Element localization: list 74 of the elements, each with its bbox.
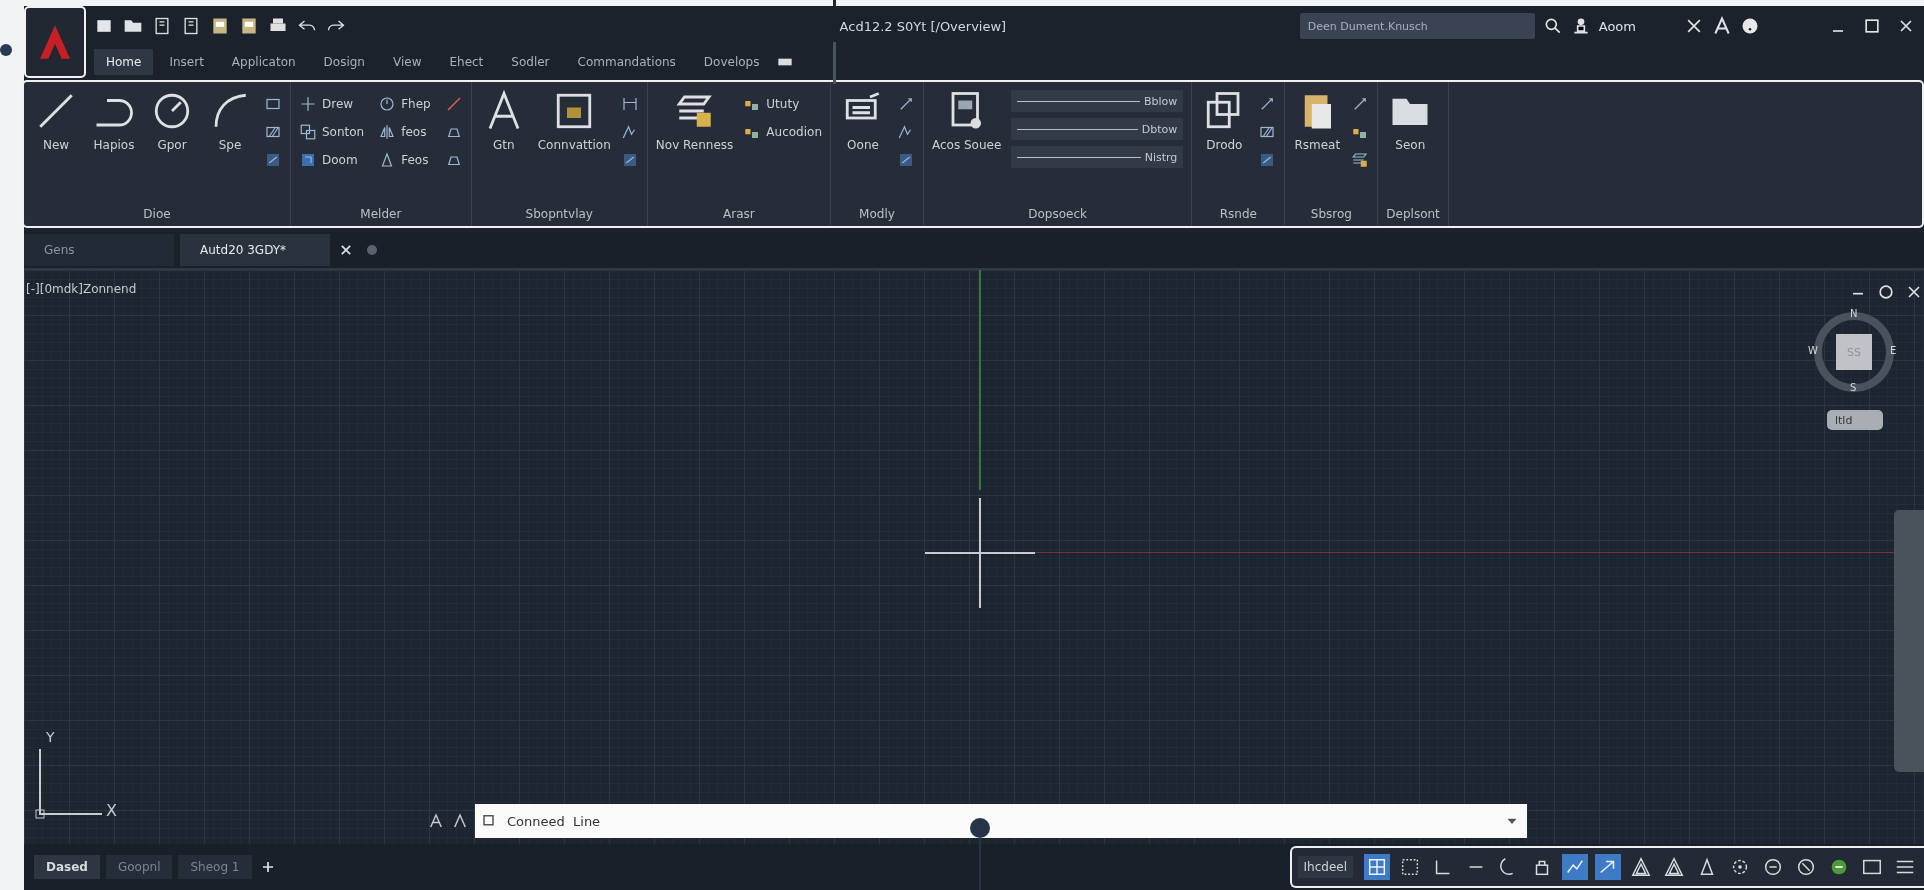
font-size-icon[interactable] (451, 812, 469, 830)
copy-icon[interactable] (299, 123, 317, 141)
command-input[interactable]: Conneed Line (505, 812, 1497, 830)
property-dropdown[interactable]: Bblow (1011, 90, 1184, 112)
maximize-icon[interactable] (1862, 16, 1882, 36)
ribbon-tool[interactable]: New (32, 90, 80, 204)
search-field[interactable]: Deen Dument.Knusch (1299, 13, 1535, 39)
layout-tab[interactable]: Dased (34, 855, 100, 879)
ribbon-tool[interactable]: Oone (839, 90, 887, 204)
compass-north[interactable]: N (1850, 308, 1858, 319)
ribbon-tool[interactable]: Connvattion (537, 90, 611, 204)
panel-title[interactable]: Melder (299, 204, 463, 226)
restore-icon[interactable] (1876, 282, 1896, 302)
panel-title[interactable]: Sbsrog (1293, 204, 1370, 226)
axis-label: Y (46, 729, 55, 745)
panel-title[interactable]: Modly (839, 204, 915, 226)
ribbon-tab[interactable]: Dosign (311, 49, 377, 75)
window-title: Acd12.2 S0Yt [/Overview] (838, 18, 1008, 34)
ribbon-tab[interactable]: Ehect (437, 49, 496, 75)
mirror-icon[interactable] (378, 123, 397, 141)
leader-line (833, 42, 836, 84)
tool-label[interactable]: Drew (322, 97, 354, 111)
ribbon-tab[interactable]: Sodler (499, 49, 562, 75)
tool-label[interactable]: Doom (322, 153, 358, 167)
tool-label[interactable]: feos (401, 125, 427, 139)
user-name[interactable]: Aoom (1598, 18, 1636, 34)
ribbon-tool[interactable]: Drodo (1200, 90, 1249, 204)
layout-tab[interactable]: Sheog 1 (178, 855, 252, 879)
file-tab[interactable]: Autd20 3GDY* (180, 234, 330, 266)
property-dropdown[interactable]: Nistrg (1011, 146, 1184, 168)
crosshair-icon (925, 498, 1035, 608)
font-size-icon[interactable] (427, 812, 445, 830)
panel-title[interactable]: Sbopntvlay (479, 204, 639, 226)
compass-east[interactable]: E (1890, 345, 1897, 356)
compass-west[interactable]: W (1808, 345, 1818, 356)
property-dropdown[interactable]: Dbtow (1011, 118, 1184, 140)
ribbon-tool[interactable]: Nov Renness (655, 90, 734, 204)
ribbon-tool[interactable]: Acos Souee (932, 90, 1002, 204)
letter-icon[interactable] (1712, 16, 1732, 36)
panel-title[interactable]: Dopsoeck (932, 204, 1184, 226)
ribbon-tool[interactable]: Gtn (479, 90, 528, 204)
file-tab[interactable]: Gens (24, 234, 174, 266)
panel-title[interactable]: Deplsont (1386, 204, 1440, 226)
callout-dot (0, 44, 12, 56)
callout-marker (970, 818, 990, 890)
layout-tab[interactable]: Goopnl (105, 855, 173, 879)
tool-label[interactable]: Feos (401, 153, 429, 167)
ribbon-tab[interactable]: Applicaton (219, 49, 308, 75)
tool-label[interactable]: Fhep (401, 97, 431, 111)
ribbon-tab[interactable]: Dovelops (691, 49, 772, 75)
ribbon-tool[interactable]: Seon (1386, 90, 1435, 204)
ribbon-tab[interactable]: Home (94, 49, 154, 75)
grid-icon[interactable] (1364, 854, 1390, 880)
model-space-label[interactable]: Ihcdeel (1297, 856, 1353, 878)
viewport-label[interactable]: [-][0mdk]Zonnend (26, 282, 137, 296)
ribbon-tool[interactable]: Spe (206, 90, 254, 204)
ribbon-tool[interactable]: Gpor (148, 90, 196, 204)
panel-title[interactable]: Rsnde (1200, 204, 1277, 226)
app-logo[interactable] (24, 6, 86, 78)
compass-south[interactable]: S (1850, 382, 1857, 393)
ribbon-tab[interactable]: View (380, 49, 434, 75)
ribbon-tool[interactable]: Hapios (90, 90, 138, 204)
tool-label[interactable]: Ututy (766, 97, 800, 111)
tool-label[interactable]: Aucodion (766, 125, 822, 139)
move-icon[interactable] (299, 95, 317, 113)
panel-title[interactable]: Dioe (32, 204, 282, 226)
axis-label: X (106, 801, 117, 820)
tool-label[interactable]: Sonton (322, 125, 365, 139)
panel-title[interactable]: Arasr (655, 204, 822, 226)
ribbon-tab[interactable]: Insert (157, 49, 216, 75)
ribbon-tool[interactable]: Rsmeat (1293, 90, 1342, 204)
ucs-menu[interactable]: ltld (1827, 410, 1883, 430)
help-icon[interactable] (1740, 16, 1760, 36)
ribbon-tab[interactable]: Commandations (565, 49, 688, 75)
